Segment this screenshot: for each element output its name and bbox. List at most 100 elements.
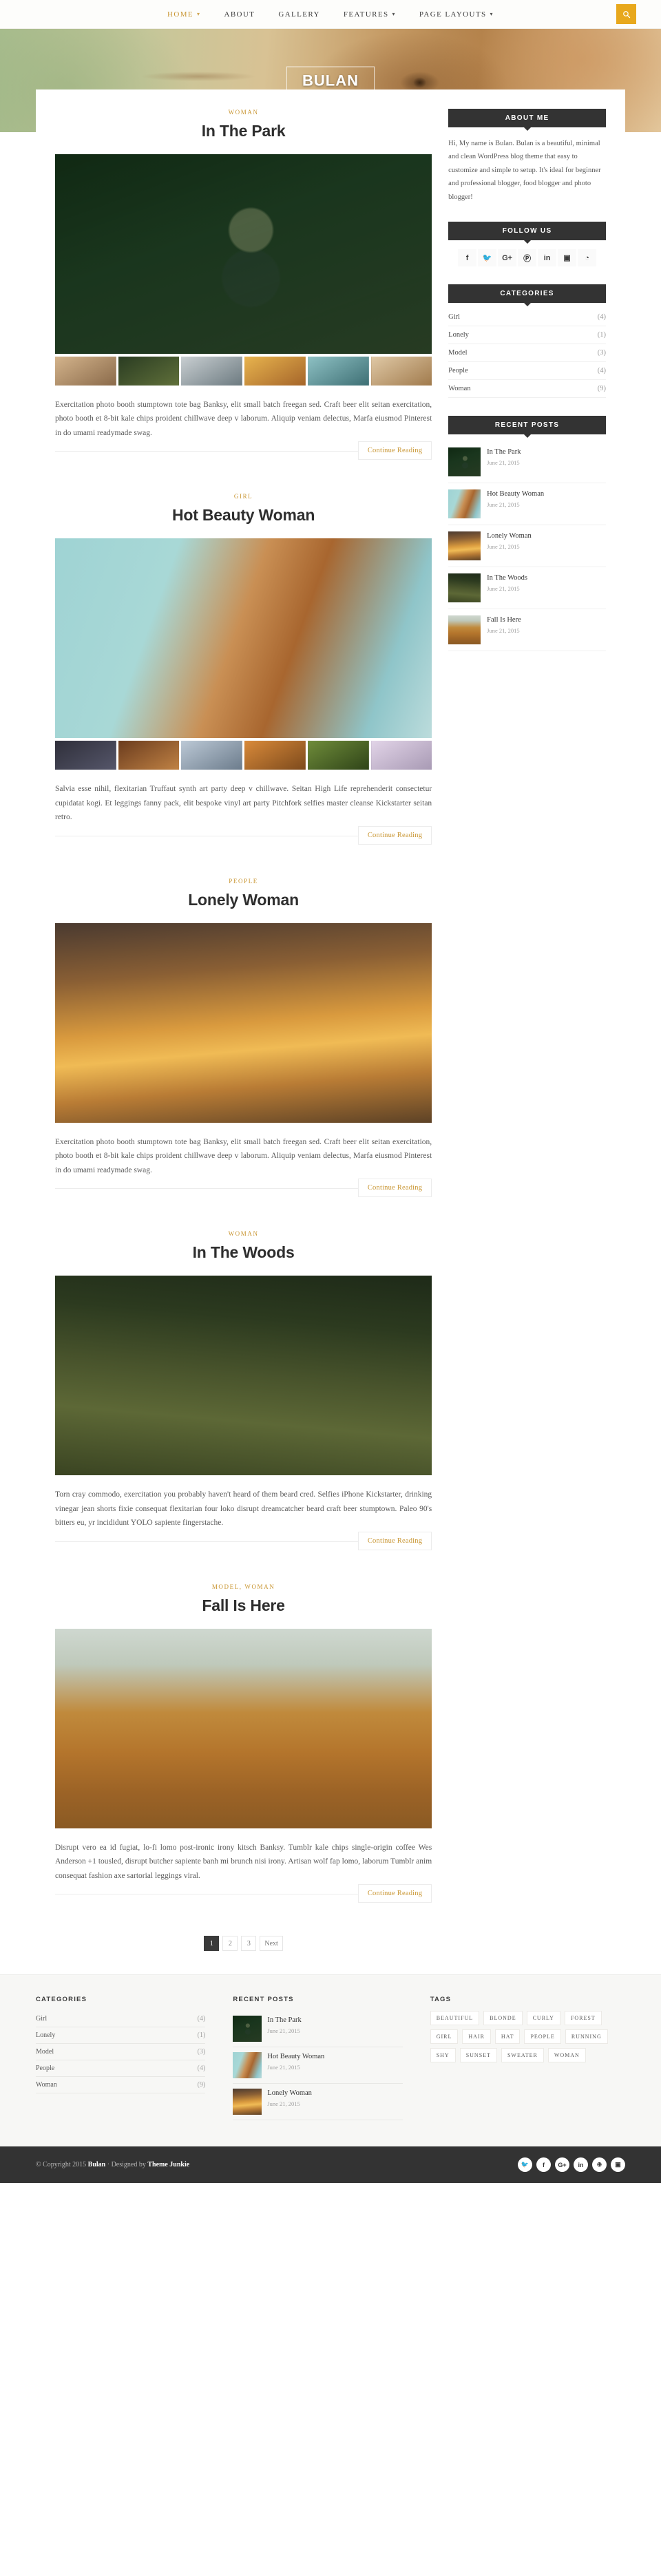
pagination-page-3[interactable]: 3 bbox=[241, 1936, 257, 1952]
twitter-icon[interactable]: 🐦 bbox=[518, 2157, 532, 2173]
footer-recent-post-date: June 21, 2015 bbox=[267, 2063, 300, 2071]
facebook-icon[interactable]: f bbox=[458, 249, 477, 267]
google-plus-icon[interactable]: G+ bbox=[555, 2157, 569, 2173]
category-list: Girl (4) Lonely (1) Model (3) People (4) Woman (9… bbox=[448, 308, 606, 399]
gallery-thumbnail[interactable] bbox=[244, 357, 306, 386]
site-logo[interactable]: BULAN bbox=[286, 66, 375, 95]
gallery-thumbnail[interactable] bbox=[370, 357, 432, 386]
gallery-thumbnail[interactable] bbox=[181, 741, 243, 770]
google-plus-icon[interactable]: G+ bbox=[498, 249, 517, 267]
continue-reading-button[interactable]: Continue Reading bbox=[357, 441, 432, 461]
category-row[interactable]: People (4) bbox=[448, 362, 606, 381]
post-featured-image[interactable] bbox=[55, 1628, 432, 1828]
post-category[interactable]: PEOPLE bbox=[55, 878, 432, 885]
dribbble-icon[interactable]: ⊕ bbox=[592, 2157, 607, 2173]
footer-category-row[interactable]: People (4) bbox=[36, 2060, 206, 2078]
nav-item-features[interactable]: FEATURES ▾ bbox=[344, 10, 396, 19]
footer-category-row[interactable]: Woman (9) bbox=[36, 2077, 206, 2094]
post-featured-image[interactable] bbox=[55, 1276, 432, 1476]
tag-item[interactable]: GIRL bbox=[430, 2029, 459, 2045]
category-row[interactable]: Lonely (1) bbox=[448, 326, 606, 345]
post-title[interactable]: Fall Is Here bbox=[55, 1596, 432, 1615]
tag-cloud: BEAUTIFUL BLONDE CURLY FOREST GIRL HAIR HAT PEO… bbox=[430, 2011, 625, 2063]
recent-post-thumbnail bbox=[448, 447, 481, 477]
recent-post-item[interactable]: In The Woods June 21, 2015 bbox=[448, 567, 606, 610]
nav-item-home[interactable]: HOME ▾ bbox=[167, 10, 200, 19]
post-excerpt: Exercitation photo booth stumptown tote … bbox=[55, 1137, 432, 1174]
post-category[interactable]: GIRL bbox=[55, 493, 432, 500]
rss-icon[interactable]: ◔ bbox=[578, 249, 597, 267]
twitter-icon[interactable]: 🐦 bbox=[478, 249, 497, 267]
search-button[interactable] bbox=[616, 4, 636, 24]
recent-post-item[interactable]: Hot Beauty Woman June 21, 2015 bbox=[448, 483, 606, 526]
tag-item[interactable]: CURLY bbox=[526, 2011, 560, 2026]
continue-reading-button[interactable]: Continue Reading bbox=[357, 1179, 432, 1198]
linkedin-icon[interactable]: in bbox=[538, 249, 557, 267]
category-row[interactable]: Model (3) bbox=[448, 344, 606, 363]
recent-post-thumbnail bbox=[448, 573, 481, 603]
post-featured-image[interactable] bbox=[55, 538, 432, 739]
tag-item[interactable]: HAT bbox=[494, 2029, 521, 2045]
nav-item-gallery[interactable]: GALLERY bbox=[278, 10, 320, 19]
category-row[interactable]: Woman (9) bbox=[448, 380, 606, 399]
continue-reading-button[interactable]: Continue Reading bbox=[357, 1531, 432, 1550]
post-category[interactable]: WOMAN bbox=[55, 1230, 432, 1237]
copyright-mid: · Designed by bbox=[105, 2161, 148, 2169]
recent-post-item[interactable]: Lonely Woman June 21, 2015 bbox=[448, 525, 606, 568]
gallery-thumbnail[interactable] bbox=[307, 741, 369, 770]
post-title[interactable]: In The Park bbox=[55, 122, 432, 140]
tag-item[interactable]: SHY bbox=[430, 2048, 456, 2063]
pagination-next-button[interactable]: Next bbox=[260, 1936, 283, 1952]
tag-item[interactable]: BLONDE bbox=[483, 2011, 523, 2026]
tag-item[interactable]: SUNSET bbox=[459, 2048, 497, 2063]
tag-item[interactable]: PEOPLE bbox=[524, 2029, 561, 2045]
category-label: Model bbox=[448, 349, 468, 357]
footer-recent-post-title: Hot Beauty Woman bbox=[267, 2053, 325, 2061]
post-featured-image[interactable] bbox=[55, 154, 432, 354]
chevron-down-icon: ▾ bbox=[490, 10, 494, 17]
gallery-thumbnail[interactable] bbox=[307, 357, 369, 386]
facebook-icon[interactable]: f bbox=[536, 2157, 551, 2173]
pagination-page-1[interactable]: 1 bbox=[204, 1936, 220, 1952]
recent-post-item[interactable]: Fall Is Here June 21, 2015 bbox=[448, 609, 606, 652]
footer-recent-post-item[interactable]: In The Park June 21, 2015 bbox=[233, 2011, 403, 2048]
gallery-thumbnail[interactable] bbox=[370, 741, 432, 770]
gallery-thumbnail[interactable] bbox=[55, 741, 116, 770]
post-category[interactable]: MODEL, WOMAN bbox=[55, 1583, 432, 1590]
tag-item[interactable]: HAIR bbox=[462, 2029, 491, 2045]
gallery-thumbnail[interactable] bbox=[244, 741, 306, 770]
footer-recent-post-item[interactable]: Hot Beauty Woman June 21, 2015 bbox=[233, 2047, 403, 2084]
gallery-thumbnail[interactable] bbox=[118, 741, 180, 770]
tag-item[interactable]: WOMAN bbox=[547, 2048, 586, 2063]
nav-item-page-layouts[interactable]: PAGE LAYOUTS ▾ bbox=[419, 10, 494, 19]
gallery-thumbnail[interactable] bbox=[181, 357, 243, 386]
category-row[interactable]: Girl (4) bbox=[448, 308, 606, 327]
footer-category-row[interactable]: Model (3) bbox=[36, 2044, 206, 2061]
pagination-page-2[interactable]: 2 bbox=[222, 1936, 238, 1952]
recent-post-item[interactable]: In The Park June 21, 2015 bbox=[448, 441, 606, 484]
continue-reading-button[interactable]: Continue Reading bbox=[357, 825, 432, 845]
footer-category-row[interactable]: Girl (4) bbox=[36, 2011, 206, 2028]
tag-item[interactable]: RUNNING bbox=[565, 2029, 608, 2045]
footer-category-row[interactable]: Lonely (1) bbox=[36, 2027, 206, 2045]
tag-item[interactable]: SWEATER bbox=[501, 2048, 544, 2063]
copyright-brand-link[interactable]: Bulan bbox=[88, 2161, 106, 2168]
post-title[interactable]: Hot Beauty Woman bbox=[55, 506, 432, 525]
instagram-icon[interactable]: ▣ bbox=[611, 2157, 625, 2173]
footer-recent-post-item[interactable]: Lonely Woman June 21, 2015 bbox=[233, 2084, 403, 2121]
post-category[interactable]: WOMAN bbox=[55, 109, 432, 116]
continue-reading-button[interactable]: Continue Reading bbox=[357, 1884, 432, 1903]
gallery-thumbnail[interactable] bbox=[118, 357, 180, 386]
nav-item-about[interactable]: ABOUT bbox=[224, 10, 255, 19]
gallery-thumbnail[interactable] bbox=[55, 357, 116, 386]
post-title[interactable]: Lonely Woman bbox=[55, 891, 432, 909]
post-featured-image[interactable] bbox=[55, 922, 432, 1123]
pinterest-icon[interactable]: Ⓟ bbox=[518, 249, 537, 267]
copyright-author-link[interactable]: Theme Junkie bbox=[147, 2161, 189, 2168]
post-title[interactable]: In The Woods bbox=[55, 1243, 432, 1262]
post-article: PEOPLE Lonely Woman Exercitation photo boo… bbox=[55, 878, 432, 1198]
tag-item[interactable]: BEAUTIFUL bbox=[430, 2011, 480, 2026]
linkedin-icon[interactable]: in bbox=[574, 2157, 588, 2173]
tag-item[interactable]: FOREST bbox=[564, 2011, 602, 2026]
instagram-icon[interactable]: ▣ bbox=[558, 249, 577, 267]
